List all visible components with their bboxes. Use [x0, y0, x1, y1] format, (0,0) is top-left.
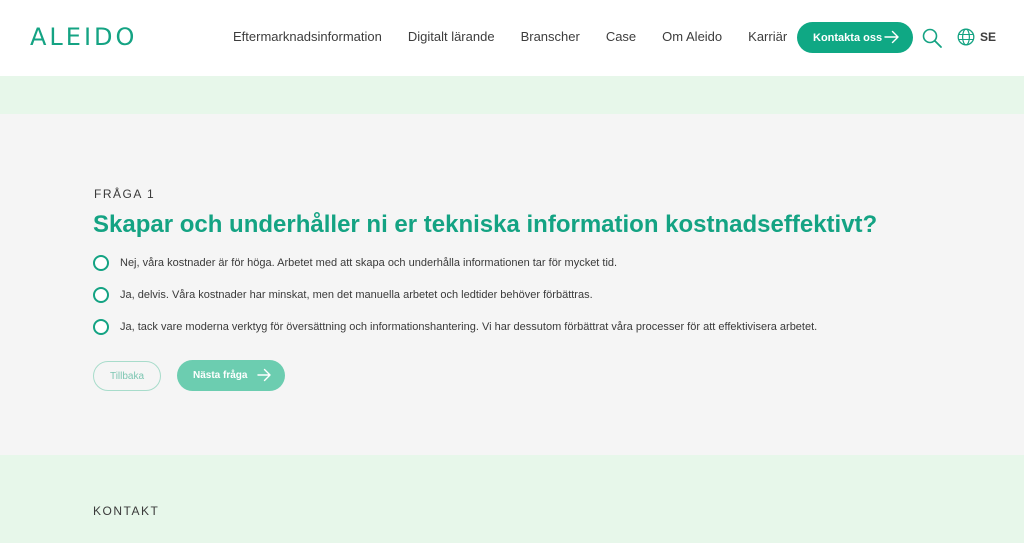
answer-option-2[interactable]: Ja, delvis. Våra kostnader har minskat, … — [93, 287, 593, 303]
language-switcher[interactable]: SE — [957, 28, 996, 46]
search-icon[interactable] — [921, 27, 943, 49]
nav-item-branscher[interactable]: Branscher — [521, 29, 580, 45]
radio-button[interactable] — [93, 287, 109, 303]
aleido-logo[interactable]: ALEIDO — [30, 23, 137, 51]
question-title: Skapar och underhåller ni er tekniska in… — [93, 211, 878, 238]
site-header: ALEIDO Eftermarknadsinformation Digitalt… — [0, 0, 1024, 76]
nav-item-karriar[interactable]: Karriär — [748, 29, 787, 45]
globe-icon — [957, 28, 975, 46]
contact-button[interactable]: Kontakta oss — [797, 22, 913, 53]
answer-option-label: Ja, tack vare moderna verktyg för översä… — [120, 321, 818, 333]
back-button-label: Tillbaka — [109, 370, 145, 382]
answer-option-label: Nej, våra kostnader är för höga. Arbetet… — [120, 257, 618, 269]
question-number: FRÅGA 1 — [94, 187, 156, 201]
radio-button[interactable] — [93, 255, 109, 271]
next-question-button[interactable]: Nästa fråga — [177, 360, 285, 391]
nav-item-om-aleido[interactable]: Om Aleido — [662, 29, 722, 45]
quiz-section: FRÅGA 1 Skapar och underhåller ni er tek… — [0, 114, 1024, 455]
contact-heading: KONTAKT — [93, 504, 160, 518]
contact-button-label: Kontakta oss — [813, 31, 883, 44]
arrow-right-icon — [884, 30, 899, 44]
contact-section: KONTAKT — [0, 455, 1024, 543]
next-question-label: Nästa fråga — [193, 370, 248, 381]
top-mint-band — [0, 76, 1024, 114]
arrow-right-icon — [257, 368, 271, 382]
radio-button[interactable] — [93, 319, 109, 335]
nav-item-case[interactable]: Case — [606, 29, 636, 45]
back-button[interactable]: Tillbaka — [93, 361, 161, 391]
answer-option-label: Ja, delvis. Våra kostnader har minskat, … — [120, 289, 593, 301]
answer-option-1[interactable]: Nej, våra kostnader är för höga. Arbetet… — [93, 255, 617, 271]
nav-item-digitalt-larande[interactable]: Digitalt lärande — [408, 29, 495, 45]
answer-option-3[interactable]: Ja, tack vare moderna verktyg för översä… — [93, 319, 817, 335]
main-nav: Eftermarknadsinformation Digitalt lärand… — [233, 29, 813, 45]
language-code: SE — [980, 30, 997, 44]
nav-item-eftermarknadsinformation[interactable]: Eftermarknadsinformation — [233, 29, 382, 45]
